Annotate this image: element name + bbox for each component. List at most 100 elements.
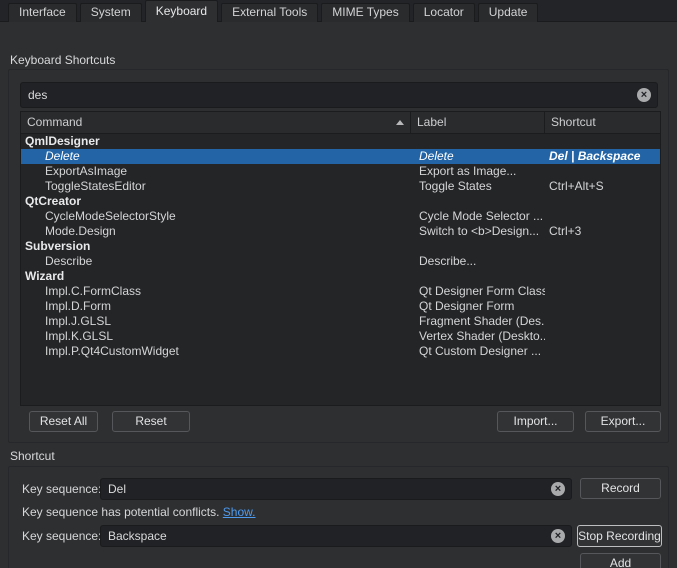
table-group-row[interactable]: Subversion (21, 239, 660, 254)
cell-shortcut (545, 134, 660, 149)
cell-label: Fragment Shader (Des... (411, 314, 545, 329)
tab-mime-types[interactable]: MIME Types (321, 3, 409, 22)
cell-shortcut: Ctrl+Alt+S (545, 179, 660, 194)
cell-label: Qt Designer Form Class (411, 284, 545, 299)
cell-command: Delete (21, 149, 411, 164)
table-row[interactable]: Impl.K.GLSLVertex Shader (Deskto... (21, 329, 660, 344)
cell-command: Impl.C.FormClass (21, 284, 411, 299)
tab-update[interactable]: Update (478, 3, 539, 22)
cell-shortcut (545, 239, 660, 254)
cell-command: CycleModeSelectorStyle (21, 209, 411, 224)
cell-label: Delete (411, 149, 545, 164)
cell-command: Describe (21, 254, 411, 269)
cell-command: QtCreator (21, 194, 411, 209)
cell-command: Wizard (21, 269, 411, 284)
cell-label: Vertex Shader (Deskto... (411, 329, 545, 344)
table-row[interactable]: ExportAsImageExport as Image... (21, 164, 660, 179)
key-sequence-2-field[interactable]: × (100, 525, 572, 547)
cell-shortcut: Del | Backspace (545, 149, 660, 164)
reset-button[interactable]: Reset (112, 411, 190, 432)
cell-label: Describe... (411, 254, 545, 269)
cell-label (411, 194, 545, 209)
cell-shortcut (545, 344, 660, 359)
key-sequence-1-field[interactable]: × (100, 478, 572, 500)
clear-key-sequence-2-icon[interactable]: × (551, 529, 565, 543)
cell-shortcut (545, 209, 660, 224)
shortcut-group-title: Shortcut (10, 449, 55, 463)
conflict-warning: Key sequence has potential conflicts. Sh… (22, 505, 256, 519)
tab-pane: Keyboard Shortcuts × Command Label Short… (0, 21, 677, 568)
key-sequence-2-input[interactable] (101, 526, 545, 546)
cell-command: QmlDesigner (21, 134, 411, 149)
shortcut-table-body: QmlDesignerDeleteDeleteDel | BackspaceEx… (21, 134, 660, 405)
conflict-warning-text: Key sequence has potential conflicts. (22, 505, 223, 519)
shortcut-table-header: Command Label Shortcut (21, 112, 660, 134)
record-button[interactable]: Record (580, 478, 661, 499)
show-conflicts-link[interactable]: Show. (223, 505, 256, 519)
tab-interface[interactable]: Interface (8, 3, 77, 22)
cell-shortcut (545, 299, 660, 314)
cell-label (411, 134, 545, 149)
cell-shortcut (545, 194, 660, 209)
shortcut-filter-field[interactable]: × (20, 82, 658, 108)
tab-locator[interactable]: Locator (413, 3, 475, 22)
table-row[interactable]: DeleteDeleteDel | Backspace (21, 149, 660, 164)
cell-shortcut (545, 329, 660, 344)
clear-search-icon[interactable]: × (637, 88, 651, 102)
table-row[interactable]: DescribeDescribe... (21, 254, 660, 269)
cell-command: ToggleStatesEditor (21, 179, 411, 194)
shortcut-table: Command Label Shortcut QmlDesignerDelete… (20, 111, 661, 406)
cell-shortcut (545, 254, 660, 269)
table-row[interactable]: ToggleStatesEditorToggle StatesCtrl+Alt+… (21, 179, 660, 194)
table-row[interactable]: CycleModeSelectorStyleCycle Mode Selecto… (21, 209, 660, 224)
cell-command: Subversion (21, 239, 411, 254)
tab-keyboard[interactable]: Keyboard (145, 0, 218, 22)
sort-ascending-icon (396, 120, 404, 125)
cell-command: ExportAsImage (21, 164, 411, 179)
clear-key-sequence-1-icon[interactable]: × (551, 482, 565, 496)
table-row[interactable]: Impl.J.GLSLFragment Shader (Des... (21, 314, 660, 329)
table-row[interactable]: Mode.DesignSwitch to <b>Design...Ctrl+3 (21, 224, 660, 239)
table-row[interactable]: Impl.C.FormClassQt Designer Form Class (21, 284, 660, 299)
preferences-window: InterfaceSystemKeyboardExternal ToolsMIM… (0, 0, 677, 568)
column-header-shortcut[interactable]: Shortcut (545, 112, 660, 133)
tab-external-tools[interactable]: External Tools (221, 3, 318, 22)
cell-shortcut (545, 269, 660, 284)
keyboard-shortcuts-group-title: Keyboard Shortcuts (10, 53, 115, 67)
add-button[interactable]: Add (580, 553, 661, 568)
cell-command: Impl.D.Form (21, 299, 411, 314)
cell-command: Mode.Design (21, 224, 411, 239)
tab-system[interactable]: System (80, 3, 142, 22)
key-sequence-1-input[interactable] (101, 479, 545, 499)
reset-all-button[interactable]: Reset All (29, 411, 98, 432)
cell-command: Impl.K.GLSL (21, 329, 411, 344)
cell-label: Cycle Mode Selector ... (411, 209, 545, 224)
table-row[interactable]: Impl.D.FormQt Designer Form (21, 299, 660, 314)
cell-command: Impl.J.GLSL (21, 314, 411, 329)
table-group-row[interactable]: Wizard (21, 269, 660, 284)
cell-label (411, 239, 545, 254)
cell-shortcut: Ctrl+3 (545, 224, 660, 239)
cell-shortcut (545, 164, 660, 179)
cell-label (411, 269, 545, 284)
table-row[interactable]: Impl.P.Qt4CustomWidgetQt Custom Designer… (21, 344, 660, 359)
stop-recording-button[interactable]: Stop Recording (577, 525, 662, 547)
cell-label: Toggle States (411, 179, 545, 194)
column-header-label[interactable]: Label (411, 112, 545, 133)
key-sequence-2-label: Key sequence: (22, 525, 101, 547)
cell-label: Export as Image... (411, 164, 545, 179)
search-input[interactable] (21, 83, 631, 107)
cell-shortcut (545, 284, 660, 299)
table-group-row[interactable]: QmlDesigner (21, 134, 660, 149)
table-group-row[interactable]: QtCreator (21, 194, 660, 209)
key-sequence-1-label: Key sequence: (22, 478, 101, 500)
cell-command: Impl.P.Qt4CustomWidget (21, 344, 411, 359)
export-button[interactable]: Export... (585, 411, 661, 432)
cell-shortcut (545, 314, 660, 329)
cell-label: Qt Designer Form (411, 299, 545, 314)
cell-label: Qt Custom Designer ... (411, 344, 545, 359)
column-header-command[interactable]: Command (21, 112, 411, 133)
import-button[interactable]: Import... (497, 411, 574, 432)
tab-bar: InterfaceSystemKeyboardExternal ToolsMIM… (0, 0, 677, 22)
cell-label: Switch to <b>Design... (411, 224, 545, 239)
